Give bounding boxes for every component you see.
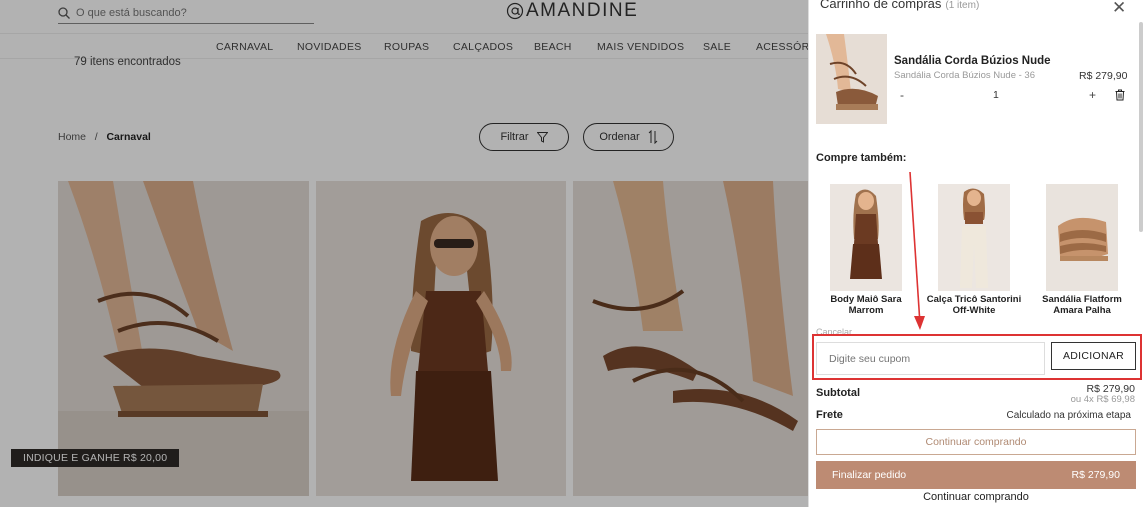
continue-shopping-link[interactable]: Continuar comprando	[816, 491, 1136, 503]
recommendation-name[interactable]: Sandália Flatform Amara Palha	[1028, 294, 1136, 316]
subtotal-label: Subtotal	[816, 387, 860, 399]
overlay-backdrop[interactable]	[0, 0, 808, 507]
drawer-scrollbar[interactable]	[1139, 22, 1143, 232]
recommendation-image[interactable]	[938, 184, 1010, 291]
cross-sell-title: Compre também:	[816, 152, 907, 164]
shipping-label: Frete	[816, 409, 843, 421]
checkout-total: R$ 279,90	[1071, 469, 1120, 481]
recommendation-name[interactable]: Calça Tricô Santorini Off-White	[920, 294, 1028, 316]
cart-count: (1 item)	[945, 0, 980, 11]
cart-item-thumbnail[interactable]	[816, 34, 887, 124]
recommendation-name[interactable]: Body Maiô Sara Marrom	[812, 294, 920, 316]
checkout-button[interactable]: Finalizar pedido R$ 279,90	[816, 461, 1136, 489]
quantity-decrease-button[interactable]: -	[900, 88, 904, 102]
cart-drawer: Carrinho de compras (1 item) ✕ Sandália C…	[808, 0, 1145, 507]
flatform-sandal-photo	[1046, 184, 1118, 291]
recommendation-image[interactable]	[830, 184, 902, 291]
quantity-increase-button[interactable]: +	[1089, 88, 1096, 102]
cart-title: Carrinho de compras (1 item)	[820, 0, 979, 11]
cart-item-variant: Sandália Corda Búzios Nude - 36	[894, 70, 1036, 81]
cart-item-name[interactable]: Sandália Corda Búzios Nude	[894, 55, 1051, 67]
recommendation-image[interactable]	[1046, 184, 1118, 291]
checkout-label: Finalizar pedido	[832, 469, 907, 481]
continue-shopping-button[interactable]: Continuar comprando	[816, 429, 1136, 455]
pants-photo	[938, 184, 1010, 291]
installments-text: ou 4x R$ 69,98	[1070, 394, 1135, 405]
highlight-box	[812, 334, 1142, 380]
body-photo	[830, 184, 902, 291]
cart-title-text: Carrinho de compras	[820, 0, 942, 11]
sandal-thumbnail	[816, 34, 887, 124]
quantity-value: 1	[993, 89, 999, 101]
cart-item-price: R$ 279,90	[1079, 70, 1128, 82]
page: O que está buscando? AMANDINE CARNAVAL N…	[0, 0, 1145, 507]
trash-icon[interactable]	[1114, 89, 1126, 101]
close-icon[interactable]: ✕	[1112, 0, 1126, 18]
shipping-value: Calculado na próxima etapa	[1006, 410, 1131, 421]
